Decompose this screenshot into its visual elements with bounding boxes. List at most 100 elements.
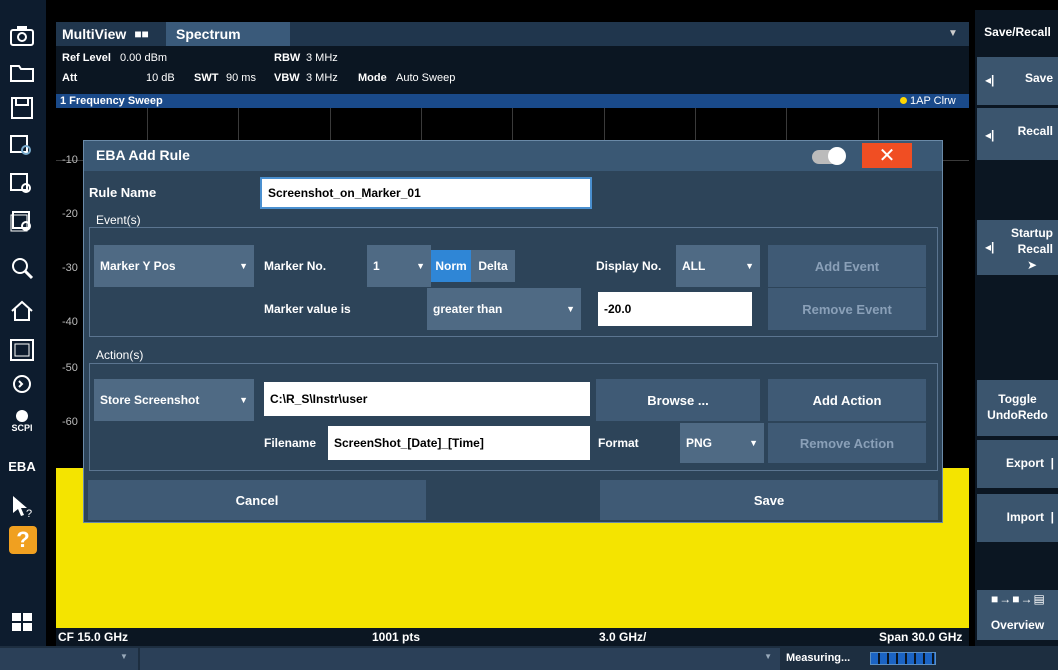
home-icon[interactable] (5, 295, 39, 326)
scpi-recorder-button[interactable]: SCPI (5, 405, 39, 436)
zoom-trace-icon[interactable] (5, 130, 39, 161)
tab-dropdown-icon[interactable]: ▼ (948, 28, 958, 39)
startup-recall-softkey[interactable]: ◂| Startup Recall ➤ (977, 220, 1058, 275)
save-softkey[interactable]: ◂| Save (977, 57, 1058, 105)
trace-dot-icon (900, 97, 907, 104)
save-button[interactable]: Save (600, 480, 938, 520)
add-event-button[interactable]: Add Event (768, 245, 926, 287)
status-left-field[interactable]: ▼ (0, 648, 138, 670)
chevron-down-icon: ▼ (745, 261, 754, 271)
overview-diagram-icon: ■→■→▤ (991, 592, 1046, 606)
zoom-stack-icon[interactable] (5, 206, 39, 237)
softkey-panel (975, 10, 1058, 646)
format-dropdown[interactable]: PNG ▼ (680, 423, 764, 463)
caret-icon: ◂| (985, 128, 995, 142)
eba-button[interactable]: EBA (5, 451, 39, 482)
comparison-dropdown[interactable]: greater than ▼ (427, 288, 581, 330)
add-action-button[interactable]: Add Action (768, 379, 926, 421)
y-tick-label: -60 (62, 416, 78, 428)
marker-no-label: Marker No. (264, 259, 327, 273)
export-softkey[interactable]: Export | (977, 440, 1058, 488)
open-folder-icon[interactable] (5, 56, 39, 87)
toggle-knob (828, 147, 846, 165)
plot-footer: CF 15.0 GHz 1001 pts 3.0 GHz/ Span 30.0 … (56, 628, 969, 646)
sweep-title: 1 Frequency Sweep (60, 95, 163, 107)
measuring-status: Measuring... (786, 652, 851, 664)
actions-title: Action(s) (96, 348, 144, 362)
undo-redo-icon[interactable] (5, 368, 39, 399)
chevron-down-icon: ▼ (120, 652, 128, 661)
rbw-value: 3 MHz (306, 52, 338, 64)
zoom-multi-icon[interactable] (5, 168, 39, 199)
camera-icon[interactable] (5, 20, 39, 51)
recall-softkey[interactable]: ◂| Recall (977, 108, 1058, 160)
vbw-label: VBW (274, 72, 300, 84)
softkey-title: Save/Recall (984, 25, 1051, 39)
windows-icon[interactable] (5, 606, 39, 637)
overview-softkey[interactable]: ■→■→▤ Overview (977, 590, 1058, 640)
path-input[interactable]: C:\R_S\Instr\user (264, 382, 590, 416)
status-message-field[interactable]: ▼ (140, 648, 780, 670)
vbw-value: 3 MHz (306, 72, 338, 84)
att-label: Att (62, 72, 78, 84)
freq-per-div: 3.0 GHz/ (599, 630, 647, 644)
dialog-title: EBA Add Rule (96, 147, 190, 163)
measurement-params: Ref Level 0.00 dBm Att 10 dB SWT 90 ms R… (56, 46, 969, 94)
scpi-label: SCPI (11, 422, 33, 433)
remove-action-button[interactable]: Remove Action (768, 423, 926, 463)
caret-icon: ◂| (985, 73, 995, 87)
save-disk-icon[interactable] (5, 92, 39, 123)
delta-toggle[interactable]: Delta (471, 250, 515, 282)
display-no-dropdown[interactable]: ALL ▼ (676, 245, 760, 287)
cancel-button[interactable]: Cancel (88, 480, 426, 520)
trace-indicator: 1AP Clrw (900, 94, 956, 108)
close-icon: ✕ (878, 145, 896, 167)
action-type-dropdown[interactable]: Store Screenshot ▼ (94, 379, 254, 421)
measuring-progress (870, 652, 936, 665)
display-no-label: Display No. (596, 259, 662, 273)
rule-name-label: Rule Name (89, 185, 157, 200)
marker-value-label: Marker value is (264, 302, 351, 316)
chevron-down-icon: ▼ (764, 652, 772, 661)
sweep-header (56, 94, 969, 108)
y-tick-label: -50 (62, 362, 78, 374)
browse-button[interactable]: Browse ... (596, 379, 760, 421)
chevron-down-icon: ▼ (239, 261, 248, 271)
close-button[interactable]: ✕ (862, 143, 912, 168)
rbw-label: RBW (274, 52, 301, 64)
swt-label: SWT (194, 72, 219, 84)
mode-label: Mode (358, 72, 387, 84)
toggle-undoredo-softkey[interactable]: Toggle UndoRedo (977, 380, 1058, 436)
fullscreen-icon[interactable] (5, 334, 39, 365)
help-button[interactable]: ? (9, 526, 37, 554)
import-softkey[interactable]: Import | (977, 494, 1058, 542)
remove-event-button[interactable]: Remove Event (768, 288, 926, 330)
y-tick-label: -40 (62, 316, 78, 328)
tab-spectrum[interactable]: Spectrum (166, 22, 290, 46)
ref-level-label: Ref Level (62, 52, 111, 64)
event-type-dropdown[interactable]: Marker Y Pos ▼ (94, 245, 254, 287)
caret-icon: | (1050, 510, 1054, 524)
help-pointer-icon[interactable]: ? (5, 490, 39, 521)
zoom-1to1-icon[interactable] (5, 252, 39, 283)
filename-input[interactable]: ScreenShot_[Date]_[Time] (328, 426, 590, 460)
y-tick-label: -20 (62, 208, 78, 220)
att-value: 10 dB (146, 72, 175, 84)
norm-toggle[interactable]: Norm (431, 250, 471, 282)
chevron-down-icon: ▼ (566, 304, 575, 314)
multiview-grid-icon: ■■ (134, 27, 149, 41)
y-tick-label: -30 (62, 262, 78, 274)
svg-text:?: ? (26, 508, 32, 519)
cursor-icon: ➤ (1027, 258, 1038, 272)
caret-icon: | (1050, 456, 1054, 470)
tab-multiview[interactable]: MultiView ■■ (56, 22, 166, 46)
center-frequency: CF 15.0 GHz (58, 630, 129, 644)
caret-icon: ◂| (985, 240, 995, 254)
marker-no-dropdown[interactable]: 1 ▼ (367, 245, 431, 287)
ref-level-value: 0.00 dBm (120, 52, 168, 64)
sweep-points: 1001 pts (372, 630, 421, 644)
threshold-input[interactable]: -20.0 (598, 292, 752, 326)
events-title: Event(s) (96, 213, 141, 227)
rule-name-input[interactable]: Screenshot_on_Marker_01 (260, 177, 592, 209)
format-label: Format (598, 436, 639, 450)
